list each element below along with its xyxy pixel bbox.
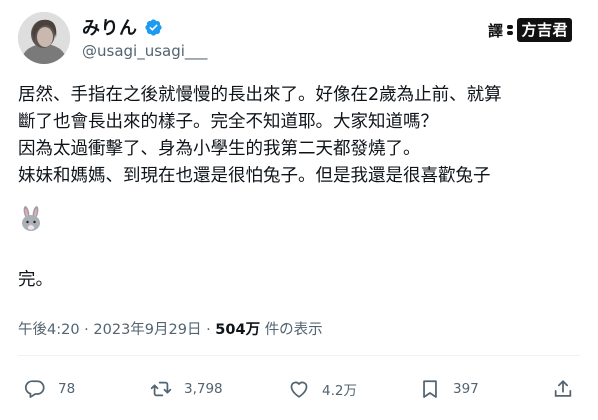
tweet-line: 因為太過衝擊了、身為小學生的我第二天都發燒了。 [18, 139, 421, 159]
meta-separator: · [84, 322, 89, 338]
handle[interactable]: @usagi_usagi___ [82, 42, 207, 60]
tweet-line: 斷了也會長出來的樣子。完全不知道耶。大家知道嗎？ [18, 112, 438, 132]
meta-separator: · [206, 322, 211, 338]
bookmark-button[interactable]: 397 [419, 372, 479, 406]
bookmark-count: 397 [453, 381, 479, 397]
retweet-count: 3,798 [184, 381, 223, 397]
verified-badge-icon [144, 18, 163, 37]
reply-button[interactable]: 78 [24, 372, 75, 406]
share-button[interactable] [552, 372, 574, 406]
post-time[interactable]: 午後4:20 [18, 322, 80, 338]
like-count: 4.2万 [322, 383, 357, 399]
retweet-icon [150, 378, 172, 400]
tweet-meta: 午後4:20 · 2023年9月29日 · 504万 件の表示 [18, 318, 323, 339]
avatar[interactable] [18, 12, 70, 64]
tweet-header: みりん @usagi_usagi___ 譯 方吉君 [18, 12, 588, 66]
translator-name: 方吉君 [517, 18, 572, 42]
tweet-line: 妹妹和媽媽、到現在也還是很怕兔子。但是我還是很喜歡兔子 [18, 166, 491, 186]
like-button[interactable]: 4.2万 [288, 372, 357, 406]
reply-count: 78 [58, 381, 76, 397]
retweet-button[interactable]: 3,798 [150, 372, 223, 406]
action-bar: 78 3,798 4.2万 397 [18, 372, 580, 406]
heart-icon [288, 378, 310, 400]
rabbit-face-icon [18, 206, 44, 232]
display-name[interactable]: みりん [82, 14, 138, 40]
views-count[interactable]: 504万 [215, 322, 260, 338]
tweet-ending: 完。 [18, 270, 53, 290]
avatar-photo-icon [18, 12, 70, 64]
reply-icon [24, 378, 46, 400]
tweet-text: 居然、手指在之後就慢慢的長出來了。好像在2歲為止前、就算 斷了也會長出來的樣子。… [18, 82, 588, 190]
divider [18, 355, 580, 356]
tweet-line: 居然、手指在之後就慢慢的長出來了。好像在2歲為止前、就算 [18, 85, 502, 105]
name-row: みりん [82, 14, 163, 40]
views-label: 件の表示 [264, 322, 323, 338]
share-icon [552, 378, 574, 400]
translator-prefix: 譯 [487, 21, 504, 40]
translator-badge: 譯 方吉君 [488, 18, 572, 42]
bookmark-icon [419, 378, 441, 400]
colon-dots-icon [506, 23, 514, 37]
post-date[interactable]: 2023年9月29日 [93, 322, 201, 338]
